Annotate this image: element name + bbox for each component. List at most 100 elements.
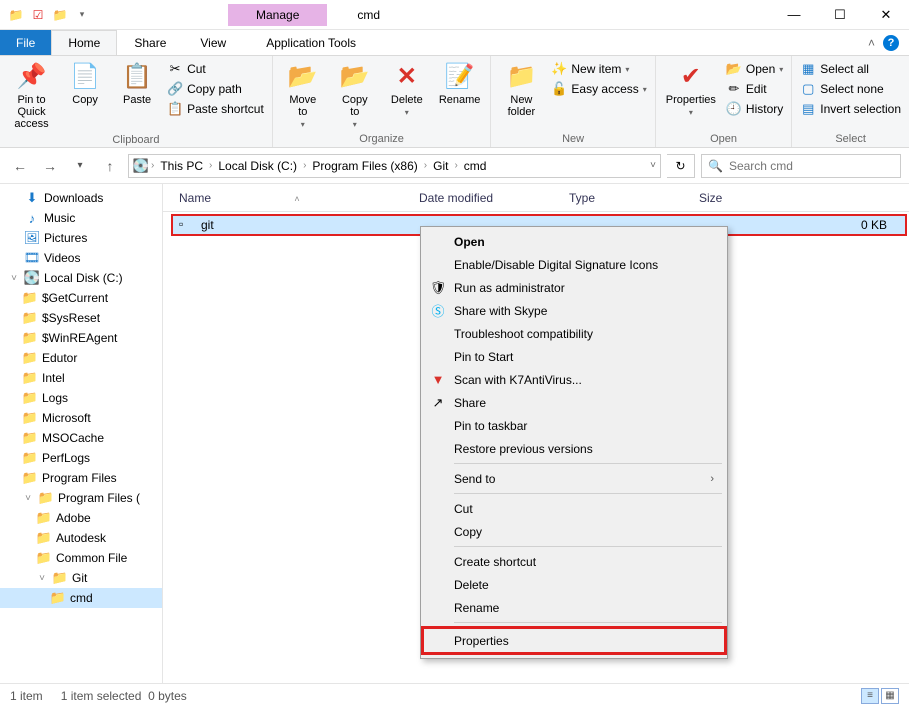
breadcrumb-item[interactable]: This PC	[156, 159, 207, 173]
tree-folder[interactable]: Microsoft	[0, 408, 162, 428]
ctx-rename[interactable]: Rename	[424, 596, 724, 619]
tree-music[interactable]: ♪Music	[0, 208, 162, 228]
tree-folder[interactable]: PerfLogs	[0, 448, 162, 468]
pin-to-quick-access-button[interactable]: 📌 Pin to Quick access	[6, 58, 57, 132]
column-type[interactable]: Type	[561, 191, 691, 205]
tree-pictures[interactable]: 🖼Pictures	[0, 228, 162, 248]
breadcrumb-item[interactable]: cmd	[460, 159, 491, 173]
rename-button[interactable]: 📝 Rename	[435, 58, 485, 108]
ctx-send-to[interactable]: Send to›	[424, 467, 724, 490]
chevron-right-icon[interactable]: ›	[303, 160, 306, 171]
ctx-signature-icons[interactable]: Enable/Disable Digital Signature Icons	[424, 253, 724, 276]
tree-folder[interactable]: Adobe	[0, 508, 162, 528]
new-folder-button[interactable]: 📁 New folder	[497, 58, 545, 120]
copy-to-button[interactable]: 📂 Copy to▾	[331, 58, 379, 131]
breadcrumb-item[interactable]: Git	[429, 159, 452, 173]
paste-shortcut-button[interactable]: 📋Paste shortcut	[165, 100, 266, 118]
cut-button[interactable]: ✂Cut	[165, 60, 266, 78]
ctx-restore-versions[interactable]: Restore previous versions	[424, 437, 724, 460]
qat-dropdown-icon[interactable]: ▾	[74, 7, 90, 23]
back-button[interactable]: ←	[8, 154, 32, 178]
search-input[interactable]	[729, 159, 894, 173]
ctx-cut[interactable]: Cut	[424, 497, 724, 520]
move-to-button[interactable]: 📂 Move to▾	[279, 58, 327, 131]
tree-folder[interactable]: Autodesk	[0, 528, 162, 548]
chevron-right-icon[interactable]: ›	[424, 160, 427, 171]
expand-icon[interactable]: ˅	[22, 493, 34, 504]
share-tab[interactable]: Share	[117, 30, 183, 55]
expand-icon[interactable]: ˅	[36, 573, 48, 584]
ctx-scan-k7[interactable]: ▼Scan with K7AntiVirus...	[424, 368, 724, 391]
expand-icon[interactable]: ˅	[8, 273, 20, 284]
tree-folder[interactable]: Intel	[0, 368, 162, 388]
open-button[interactable]: 📂Open ▾	[724, 60, 785, 78]
up-button[interactable]: ↑	[98, 154, 122, 178]
checkbox-icon[interactable]: ☑	[30, 7, 46, 23]
large-icons-view-button[interactable]: ▦	[881, 688, 899, 704]
refresh-button[interactable]: ↻	[667, 154, 695, 178]
tree-folder[interactable]: $WinREAgent	[0, 328, 162, 348]
ctx-create-shortcut[interactable]: Create shortcut	[424, 550, 724, 573]
select-all-button[interactable]: ▦Select all	[798, 60, 903, 78]
tree-videos[interactable]: 🎞Videos	[0, 248, 162, 268]
navigation-tree[interactable]: ⬇Downloads ♪Music 🖼Pictures 🎞Videos ˅💽Lo…	[0, 184, 163, 692]
copy-button[interactable]: 📄 Copy	[61, 58, 109, 108]
ctx-troubleshoot[interactable]: Troubleshoot compatibility	[424, 322, 724, 345]
forward-button[interactable]: →	[38, 154, 62, 178]
column-size[interactable]: Size	[691, 191, 771, 205]
ctx-delete[interactable]: Delete	[424, 573, 724, 596]
tree-folder-current[interactable]: cmd	[0, 588, 162, 608]
minimize-button[interactable]: —	[771, 0, 817, 30]
close-button[interactable]: ✕	[863, 0, 909, 30]
tree-folder[interactable]: $GetCurrent	[0, 288, 162, 308]
ctx-pin-start[interactable]: Pin to Start	[424, 345, 724, 368]
tree-folder[interactable]: Logs	[0, 388, 162, 408]
application-tools-tab[interactable]: Application Tools	[249, 30, 373, 55]
column-name[interactable]: Name ˄	[163, 191, 411, 205]
tree-folder[interactable]: Program Files	[0, 468, 162, 488]
search-box[interactable]: 🔍	[701, 154, 901, 178]
chevron-right-icon[interactable]: ›	[209, 160, 212, 171]
tree-local-disk[interactable]: ˅💽Local Disk (C:)	[0, 268, 162, 288]
invert-selection-button[interactable]: ▤Invert selection	[798, 100, 903, 118]
tree-folder[interactable]: MSOCache	[0, 428, 162, 448]
ctx-properties[interactable]: Properties	[424, 629, 724, 652]
tree-folder[interactable]: $SysReset	[0, 308, 162, 328]
delete-button[interactable]: ✕ Delete▾	[383, 58, 431, 119]
tree-folder[interactable]: Edutor	[0, 348, 162, 368]
tree-folder[interactable]: ˅Program Files (	[0, 488, 162, 508]
details-view-button[interactable]: ≡	[861, 688, 879, 704]
recent-locations-button[interactable]: ▾	[68, 154, 92, 178]
ctx-copy[interactable]: Copy	[424, 520, 724, 543]
ctx-open[interactable]: Open	[424, 230, 724, 253]
tree-downloads[interactable]: ⬇Downloads	[0, 188, 162, 208]
properties-button[interactable]: ✔ Properties▾	[662, 58, 720, 119]
file-tab[interactable]: File	[0, 30, 51, 55]
ctx-pin-taskbar[interactable]: Pin to taskbar	[424, 414, 724, 437]
ctx-share[interactable]: ↗Share	[424, 391, 724, 414]
breadcrumb-item[interactable]: Program Files (x86)	[308, 159, 421, 173]
view-tab[interactable]: View	[183, 30, 243, 55]
tree-folder[interactable]: Common File	[0, 548, 162, 568]
address-bar[interactable]: 💽 › This PC› Local Disk (C:)› Program Fi…	[128, 154, 661, 178]
home-tab[interactable]: Home	[51, 30, 117, 55]
breadcrumb-item[interactable]: Local Disk (C:)	[214, 159, 301, 173]
chevron-up-icon[interactable]: ˄	[868, 36, 875, 50]
edit-button[interactable]: ✏Edit	[724, 80, 785, 98]
chevron-right-icon[interactable]: ›	[454, 160, 457, 171]
new-item-button[interactable]: ✨New item ▾	[549, 60, 648, 78]
select-none-button[interactable]: ▢Select none	[798, 80, 903, 98]
paste-button[interactable]: 📋 Paste	[113, 58, 161, 108]
help-icon[interactable]: ?	[883, 35, 899, 51]
manage-contextual-tab[interactable]: Manage	[228, 4, 327, 26]
address-dropdown-icon[interactable]: ˅	[650, 160, 656, 171]
ctx-run-as-admin[interactable]: 🛡Run as administrator	[424, 276, 724, 299]
maximize-button[interactable]: ☐	[817, 0, 863, 30]
history-button[interactable]: 🕘History	[724, 100, 785, 118]
tree-folder[interactable]: ˅Git	[0, 568, 162, 588]
easy-access-button[interactable]: 🔓Easy access ▾	[549, 80, 648, 98]
column-date[interactable]: Date modified	[411, 191, 561, 205]
copy-path-button[interactable]: 🔗Copy path	[165, 80, 266, 98]
ctx-share-skype[interactable]: ⓈShare with Skype	[424, 299, 724, 322]
chevron-right-icon[interactable]: ›	[151, 160, 154, 171]
